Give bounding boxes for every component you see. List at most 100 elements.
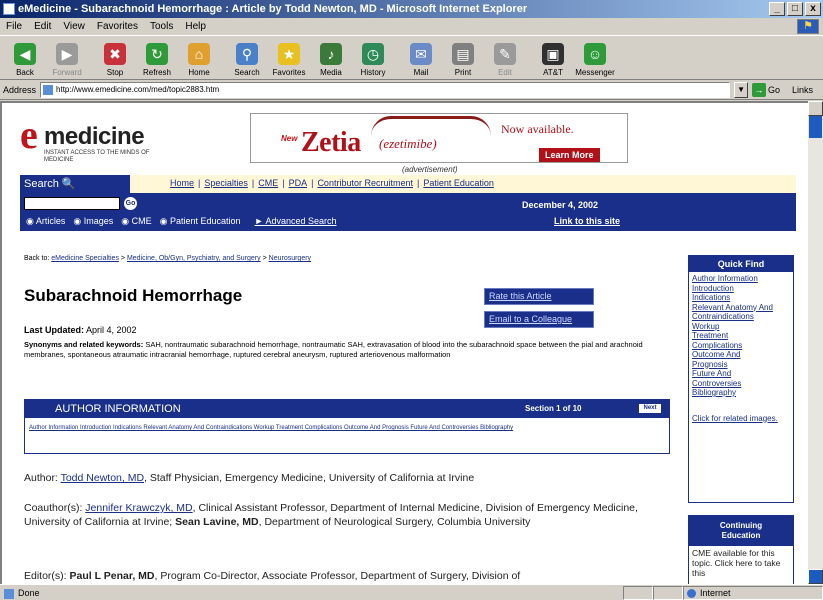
security-zone: Internet (683, 585, 823, 600)
quick-find-item[interactable]: Outcome And (692, 350, 790, 360)
cme-heading-line-2: Education (721, 531, 761, 540)
author-description: , Staff Physician, Emergency Medicine, U… (144, 472, 475, 484)
menu-tools[interactable]: Tools (150, 18, 173, 35)
links-button[interactable]: Links (792, 85, 813, 95)
toolbar-media-button[interactable]: ♪ Media (310, 36, 352, 80)
toolbar-history-button[interactable]: ◷ History (352, 36, 394, 80)
next-section-button[interactable]: Next (639, 404, 661, 413)
coauthor2-description: , Department of Neurological Surgery, Co… (258, 516, 531, 528)
toolbar-home-button[interactable]: ⌂ Home (178, 36, 220, 80)
radio-articles[interactable]: Articles (26, 216, 66, 227)
minimize-button[interactable]: _ (769, 2, 785, 16)
link-to-this-site[interactable]: Link to this site (554, 216, 620, 226)
maximize-button[interactable]: □ (787, 2, 803, 16)
window-title: eMedicine - Subarachnoid Hemorrhage : Ar… (18, 3, 528, 15)
breadcrumb-specialties[interactable]: eMedicine Specialties (51, 255, 119, 262)
radio-images[interactable]: Images (73, 216, 114, 227)
advertisement-label: (advertisement) (402, 165, 458, 174)
breadcrumb: Back to: eMedicine Specialties > Medicin… (24, 255, 312, 262)
toolbar-forward-button[interactable]: ▶ Forward (46, 36, 88, 80)
toolbar-favorites-button[interactable]: ★ Favorites (268, 36, 310, 80)
breadcrumb-medicine[interactable]: Medicine, Ob/Gyn, Psychiatry, and Surger… (127, 255, 261, 262)
quick-find-item[interactable]: Complications (692, 341, 790, 351)
search-icon: ⚲ (236, 43, 258, 65)
toolbar-refresh-button[interactable]: ↻ Refresh (136, 36, 178, 80)
search-go-button[interactable]: Go (124, 197, 137, 210)
address-dropdown-button[interactable]: ▼ (734, 81, 749, 98)
quick-find-item[interactable]: Author Information (692, 274, 790, 284)
nav-patient-education[interactable]: Patient Education (423, 178, 494, 188)
section-toc-links[interactable]: Author Information Introduction Indicati… (25, 418, 669, 438)
menu-file[interactable]: File (6, 18, 22, 35)
address-input[interactable]: http://www.emedicine.com/med/topic2883.h… (40, 81, 731, 98)
site-nav-links: Home | Specialties | CME | PDA | Contributor Rec… (170, 178, 494, 188)
continuing-education-panel: Continuing Education CME available for t… (688, 515, 794, 584)
quick-find-item[interactable]: Contraindications (692, 312, 790, 322)
quick-find-heading: Quick Find (689, 256, 793, 272)
scroll-up-arrow[interactable] (808, 101, 823, 116)
page-viewport: e medicine INSTANT ACCESS TO THE MINDS O… (0, 101, 808, 584)
quick-find-item[interactable]: Introduction (692, 284, 790, 294)
quick-find-item[interactable]: Future And (692, 369, 790, 379)
nav-specialties[interactable]: Specialties (204, 178, 248, 188)
nav-pda[interactable]: PDA (289, 178, 308, 188)
editor-line: Editor(s): Paul L Penar, MD, Program Co-… (24, 569, 664, 583)
author-prefix: Author: (24, 472, 58, 484)
close-button[interactable]: x (805, 2, 821, 16)
toolbar-att-button[interactable]: ▣ AT&T (532, 36, 574, 80)
editor-prefix: Editor(s): (24, 570, 67, 582)
go-label: Go (768, 84, 781, 95)
quick-find-item[interactable]: Bibliography (692, 388, 790, 398)
vertical-scrollbar[interactable] (808, 101, 823, 584)
toolbar-messenger-button[interactable]: ☺ Messenger (574, 36, 616, 80)
nav-contributor-recruitment[interactable]: Contributor Recruitment (317, 178, 413, 188)
quick-find-item[interactable]: Workup (692, 322, 790, 332)
toolbar-button-label: Media (320, 68, 342, 77)
related-images-link[interactable]: Click for related images. (689, 414, 793, 424)
quick-find-item[interactable]: Relevant Anatomy And (692, 303, 790, 313)
scroll-down-arrow[interactable] (808, 569, 823, 584)
scroll-thumb[interactable] (809, 116, 822, 138)
toolbar-back-button[interactable]: ◀ Back (4, 36, 46, 80)
email-colleague-button[interactable]: Email to a Colleague (484, 311, 594, 328)
menu-view[interactable]: View (63, 18, 85, 35)
quick-find-item[interactable]: Prognosis (692, 360, 790, 370)
site-search-input[interactable] (24, 197, 120, 210)
toolbar-mail-button[interactable]: ✉ Mail (400, 36, 442, 80)
search-tab: Search 🔍 (20, 175, 130, 193)
quick-find-item[interactable]: Treatment (692, 331, 790, 341)
advanced-search-link[interactable]: Advanced Search (255, 216, 336, 227)
radio-cme[interactable]: CME (121, 216, 152, 227)
menu-favorites[interactable]: Favorites (97, 18, 138, 35)
toolbar-stop-button[interactable]: ✖ Stop (94, 36, 136, 80)
toolbar-button-label: Forward (52, 68, 82, 77)
breadcrumb-neurosurgery[interactable]: Neurosurgery (269, 255, 311, 262)
quick-find-list: Author Information Introduction Indication… (689, 272, 793, 400)
menu-edit[interactable]: Edit (34, 18, 51, 35)
toolbar-edit-button[interactable]: ✎ Edit (484, 36, 526, 80)
nav-cme[interactable]: CME (258, 178, 278, 188)
go-button[interactable]: → Go (752, 82, 781, 97)
status-text: Done (0, 588, 623, 599)
zetia-advertisement[interactable]: New Zetia (ezetimibe) Now available. Lea… (250, 113, 628, 163)
coauthor1-name-link[interactable]: Jennifer Krawczyk, MD (85, 502, 192, 514)
rate-article-button[interactable]: Rate this Article (484, 288, 594, 305)
synonyms-keywords: Synonyms and related keywords: SAH, nont… (24, 340, 646, 360)
toolbar-print-button[interactable]: ▤ Print (442, 36, 484, 80)
standard-toolbar: ◀ Back ▶ Forward ✖ Stop ↻ Refresh ⌂ Home ⚲ Search ★ F… (0, 35, 823, 80)
ad-availability: Now available. (501, 122, 574, 136)
coauthor-prefix: Coauthor(s): (24, 502, 83, 514)
menu-help[interactable]: Help (185, 18, 206, 35)
quick-find-item[interactable]: Controversies (692, 379, 790, 389)
last-updated: Last Updated: April 4, 2002 (24, 325, 137, 335)
radio-patient-education[interactable]: Patient Education (160, 216, 241, 227)
emedicine-logo[interactable]: e medicine INSTANT ACCESS TO THE MINDS O… (20, 115, 170, 165)
ie-window-icon[interactable] (3, 3, 15, 15)
author-name-link[interactable]: Todd Newton, MD (61, 472, 144, 484)
cme-body[interactable]: CME available for this topic. Click here… (689, 546, 793, 580)
quick-find-item[interactable]: Indications (692, 293, 790, 303)
cme-heading: Continuing Education (689, 516, 793, 546)
ad-learn-more-button[interactable]: Learn More (539, 148, 600, 162)
nav-home[interactable]: Home (170, 178, 194, 188)
toolbar-search-button[interactable]: ⚲ Search (226, 36, 268, 80)
